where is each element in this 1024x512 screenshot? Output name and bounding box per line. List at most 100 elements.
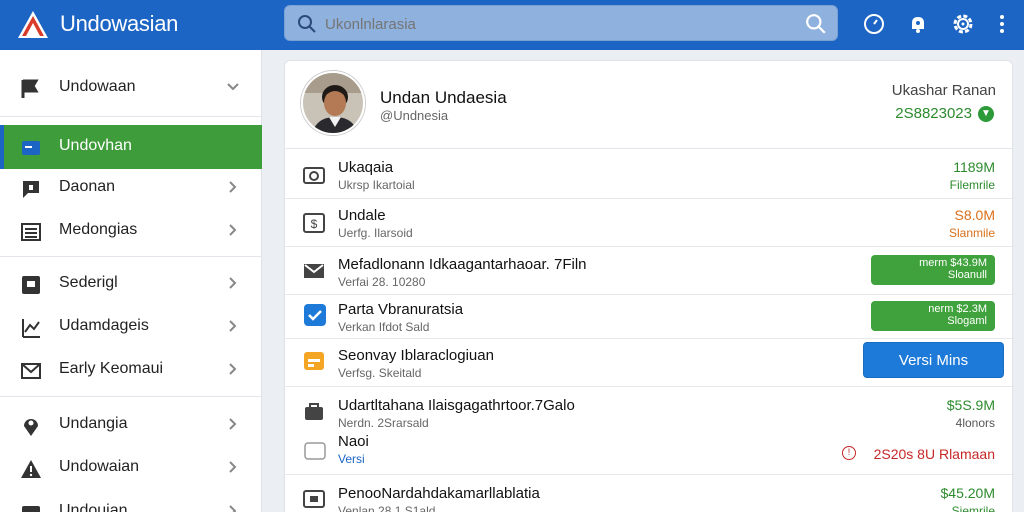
list-item[interactable]: Udartltahana Ilaisgagathrtoor.7Galo Nerd… bbox=[285, 387, 1012, 431]
row-title: Seonvay Iblaraclogiuan bbox=[338, 347, 494, 364]
row-subtitle: Venlan 28.1 S1ald bbox=[338, 504, 436, 512]
sidebar-item-label: Daonan bbox=[59, 178, 116, 195]
sidebar-item-label: Undovhan bbox=[59, 137, 132, 154]
sidebar-item-label: Sederigl bbox=[59, 274, 118, 291]
row-title: Naoi bbox=[338, 433, 369, 450]
profile-right-label: Ukashar Ranan bbox=[891, 82, 996, 99]
gear-icon[interactable] bbox=[951, 12, 975, 36]
search-icon bbox=[298, 15, 316, 33]
search-submit-icon[interactable] bbox=[805, 13, 827, 35]
versions-button[interactable]: Versi Mins bbox=[863, 342, 1004, 378]
sidebar-item-label: Early Keomaui bbox=[59, 360, 164, 377]
app-title: Undowasian bbox=[60, 11, 179, 36]
value-badge[interactable]: nerm $2.3M Slogaml bbox=[871, 301, 995, 331]
row-title: Ukaqaia bbox=[338, 159, 394, 176]
flag-icon bbox=[21, 79, 39, 98]
row-subtitle: Verfai 28. 10280 bbox=[338, 275, 426, 289]
list-item[interactable]: Seonvay Iblaraclogiuan Verfsg. Skeitald … bbox=[285, 339, 1012, 387]
alert-icon: ! bbox=[842, 446, 856, 460]
avatar-image bbox=[303, 73, 363, 133]
row-value: $45.20M bbox=[940, 485, 995, 501]
chevron-right-icon[interactable] bbox=[226, 460, 240, 474]
row-title: Mefadlonann Idkaagantarhaoar. 7Filn bbox=[338, 256, 587, 273]
camera-icon bbox=[303, 167, 325, 184]
row-value-note: Filemrile bbox=[949, 178, 995, 192]
chevron-right-icon[interactable] bbox=[226, 223, 240, 237]
badge-value: merm $43.9M bbox=[919, 257, 987, 269]
bell-icon[interactable] bbox=[906, 12, 930, 36]
sidebar-item-1[interactable]: Undovhan bbox=[0, 125, 262, 169]
more-vert-icon[interactable] bbox=[990, 12, 1014, 36]
profile-right-value: 2S8823023 bbox=[895, 105, 972, 122]
row-subtitle: Nerdn. 2Srarsald bbox=[338, 416, 429, 430]
sidebar-item-4[interactable]: Sederigl bbox=[0, 262, 262, 306]
list-item[interactable]: $ Undale Uerfg. Ilarsoid S8.0M Slanmile bbox=[285, 199, 1012, 247]
app-logo-icon[interactable] bbox=[16, 8, 50, 42]
envelope-icon bbox=[304, 264, 324, 278]
row-value-note: Siemrile bbox=[951, 504, 995, 512]
row-subtitle: Uerfg. Ilarsoid bbox=[338, 226, 413, 240]
calendar-icon bbox=[304, 352, 324, 370]
value-badge[interactable]: merm $43.9M Sloanull bbox=[871, 255, 995, 285]
row-value-note: 4lonors bbox=[955, 416, 995, 430]
chevron-right-icon[interactable] bbox=[226, 276, 240, 290]
list-item[interactable]: Parta Vbranuratsia Verkan Ifdot Sald ner… bbox=[285, 295, 1012, 339]
row-title: PenooNardahdakamarllablatia bbox=[338, 485, 540, 502]
row-value: 1189M bbox=[953, 159, 995, 175]
list-item[interactable]: Naoi Versi ! 2S20s 8U Rlamaan bbox=[285, 431, 1012, 475]
list-group: Udartltahana Ilaisgagathrtoor.7Galo Nerd… bbox=[285, 387, 1012, 475]
square-icon bbox=[22, 276, 40, 294]
main-card: Undan Undaesia @Undnesia Ukashar Ranan 2… bbox=[284, 60, 1013, 512]
profile-header: Undan Undaesia @Undnesia Ukashar Ranan 2… bbox=[285, 61, 1012, 149]
sidebar-item-2[interactable]: Daonan bbox=[0, 166, 262, 210]
info-icon[interactable]: ▼ bbox=[978, 106, 994, 122]
row-value: S8.0M bbox=[954, 207, 995, 223]
sidebar-item-label: Undowaan bbox=[59, 78, 136, 95]
checkbox-empty-icon[interactable] bbox=[303, 439, 327, 463]
chevron-right-icon[interactable] bbox=[226, 362, 240, 376]
chevron-right-icon[interactable] bbox=[226, 319, 240, 333]
top-header: Undowasian bbox=[0, 0, 1024, 50]
folder-icon bbox=[22, 141, 40, 155]
row-subtitle: Verfsg. Skeitald bbox=[338, 366, 422, 380]
sidebar-item-5[interactable]: Udamdageis bbox=[0, 305, 262, 349]
image-icon bbox=[303, 490, 325, 508]
chevron-right-icon[interactable] bbox=[226, 504, 240, 512]
search-input[interactable] bbox=[325, 13, 765, 35]
profile-name: Undan Undaesia bbox=[380, 88, 507, 107]
sidebar: Undowaan Undovhan Daonan Medongias Seder… bbox=[0, 50, 262, 512]
sidebar-item-0[interactable]: Undowaan bbox=[0, 66, 262, 110]
row-subtitle: Verkan Ifdot Sald bbox=[338, 320, 430, 334]
search-bar[interactable] bbox=[284, 5, 838, 41]
chevron-down-icon[interactable] bbox=[226, 80, 240, 94]
sidebar-item-9[interactable]: Undouian bbox=[0, 490, 262, 512]
sidebar-item-7[interactable]: Undangia bbox=[0, 403, 262, 447]
sidebar-item-6[interactable]: Early Keomaui bbox=[0, 348, 262, 392]
row-value: 2S20s 8U Rlamaan bbox=[873, 446, 995, 462]
chart-icon bbox=[22, 319, 40, 338]
row-subtitle: Versi bbox=[338, 452, 365, 466]
row-subtitle: Ukrsp Ikartoial bbox=[338, 178, 415, 192]
list-item[interactable]: Mefadlonann Idkaagantarhaoar. 7Filn Verf… bbox=[285, 247, 1012, 295]
list-item[interactable]: Ukaqaia Ukrsp Ikartoial 1189M Filemrile bbox=[285, 149, 1012, 199]
dollar-icon: $ bbox=[303, 213, 325, 233]
row-title: Udartltahana Ilaisgagathrtoor.7Galo bbox=[338, 397, 575, 414]
sidebar-item-label: Udamdageis bbox=[59, 317, 149, 334]
row-title: Undale bbox=[338, 207, 386, 224]
sidebar-item-label: Undouian bbox=[59, 502, 128, 512]
sidebar-item-label: Undowaian bbox=[59, 458, 140, 475]
profile-handle: @Undnesia bbox=[380, 108, 449, 123]
badge-value: nerm $2.3M bbox=[928, 303, 987, 315]
compass-icon[interactable] bbox=[862, 12, 886, 36]
sidebar-item-8[interactable]: Undowaian bbox=[0, 446, 262, 490]
avatar[interactable] bbox=[301, 71, 365, 135]
checkbox-checked-icon[interactable] bbox=[303, 303, 327, 327]
chevron-right-icon[interactable] bbox=[226, 417, 240, 431]
sidebar-item-label: Undangia bbox=[59, 415, 128, 432]
sidebar-item-3[interactable]: Medongias bbox=[0, 209, 262, 253]
chat-icon bbox=[23, 181, 39, 198]
list-item[interactable]: PenooNardahdakamarllablatia Venlan 28.1 … bbox=[285, 475, 1012, 512]
warning-icon bbox=[21, 460, 41, 478]
mail-icon bbox=[21, 363, 41, 379]
chevron-right-icon[interactable] bbox=[226, 180, 240, 194]
